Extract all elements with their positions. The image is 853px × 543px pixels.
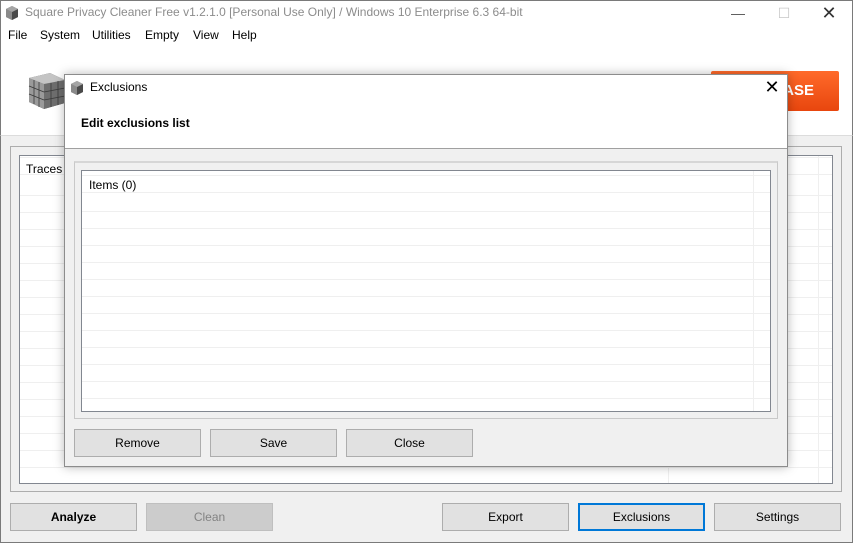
exclusions-button[interactable]: Exclusions [578, 503, 705, 531]
column-divider [753, 171, 754, 411]
menu-view[interactable]: View [193, 28, 219, 42]
menu-utilities[interactable]: Utilities [92, 28, 131, 42]
items-column-header[interactable]: Items (0) [89, 178, 136, 192]
menu-file[interactable]: File [8, 28, 27, 42]
column-divider [818, 156, 819, 483]
clean-button[interactable]: Clean [146, 503, 273, 531]
export-button[interactable]: Export [442, 503, 569, 531]
dialog-titlebar[interactable] [65, 75, 787, 101]
analyze-button[interactable]: Analyze [10, 503, 137, 531]
dialog-title: Exclusions [90, 80, 148, 94]
dialog-heading: Edit exclusions list [81, 116, 190, 130]
minimize-button[interactable]: — [715, 0, 761, 26]
traces-column-header[interactable]: Traces [26, 162, 62, 176]
window-title: Square Privacy Cleaner Free v1.2.1.0 [Pe… [25, 5, 523, 19]
close-window-button[interactable]: ✕ [806, 0, 852, 26]
maximize-button[interactable]: ☐ [761, 0, 807, 26]
cube-logo-icon [28, 73, 66, 109]
cube-icon [6, 6, 18, 20]
dialog-close-button[interactable]: ✕ [759, 75, 785, 101]
save-button[interactable]: Save [210, 429, 337, 457]
exclusions-dialog: Exclusions ✕ Edit exclusions list Items … [64, 74, 788, 467]
close-button[interactable]: Close [346, 429, 473, 457]
remove-button[interactable]: Remove [74, 429, 201, 457]
settings-button[interactable]: Settings [714, 503, 841, 531]
cube-icon [71, 81, 83, 95]
exclusions-list[interactable] [81, 170, 771, 412]
menu-help[interactable]: Help [232, 28, 257, 42]
menu-empty[interactable]: Empty [145, 28, 179, 42]
menu-system[interactable]: System [40, 28, 80, 42]
